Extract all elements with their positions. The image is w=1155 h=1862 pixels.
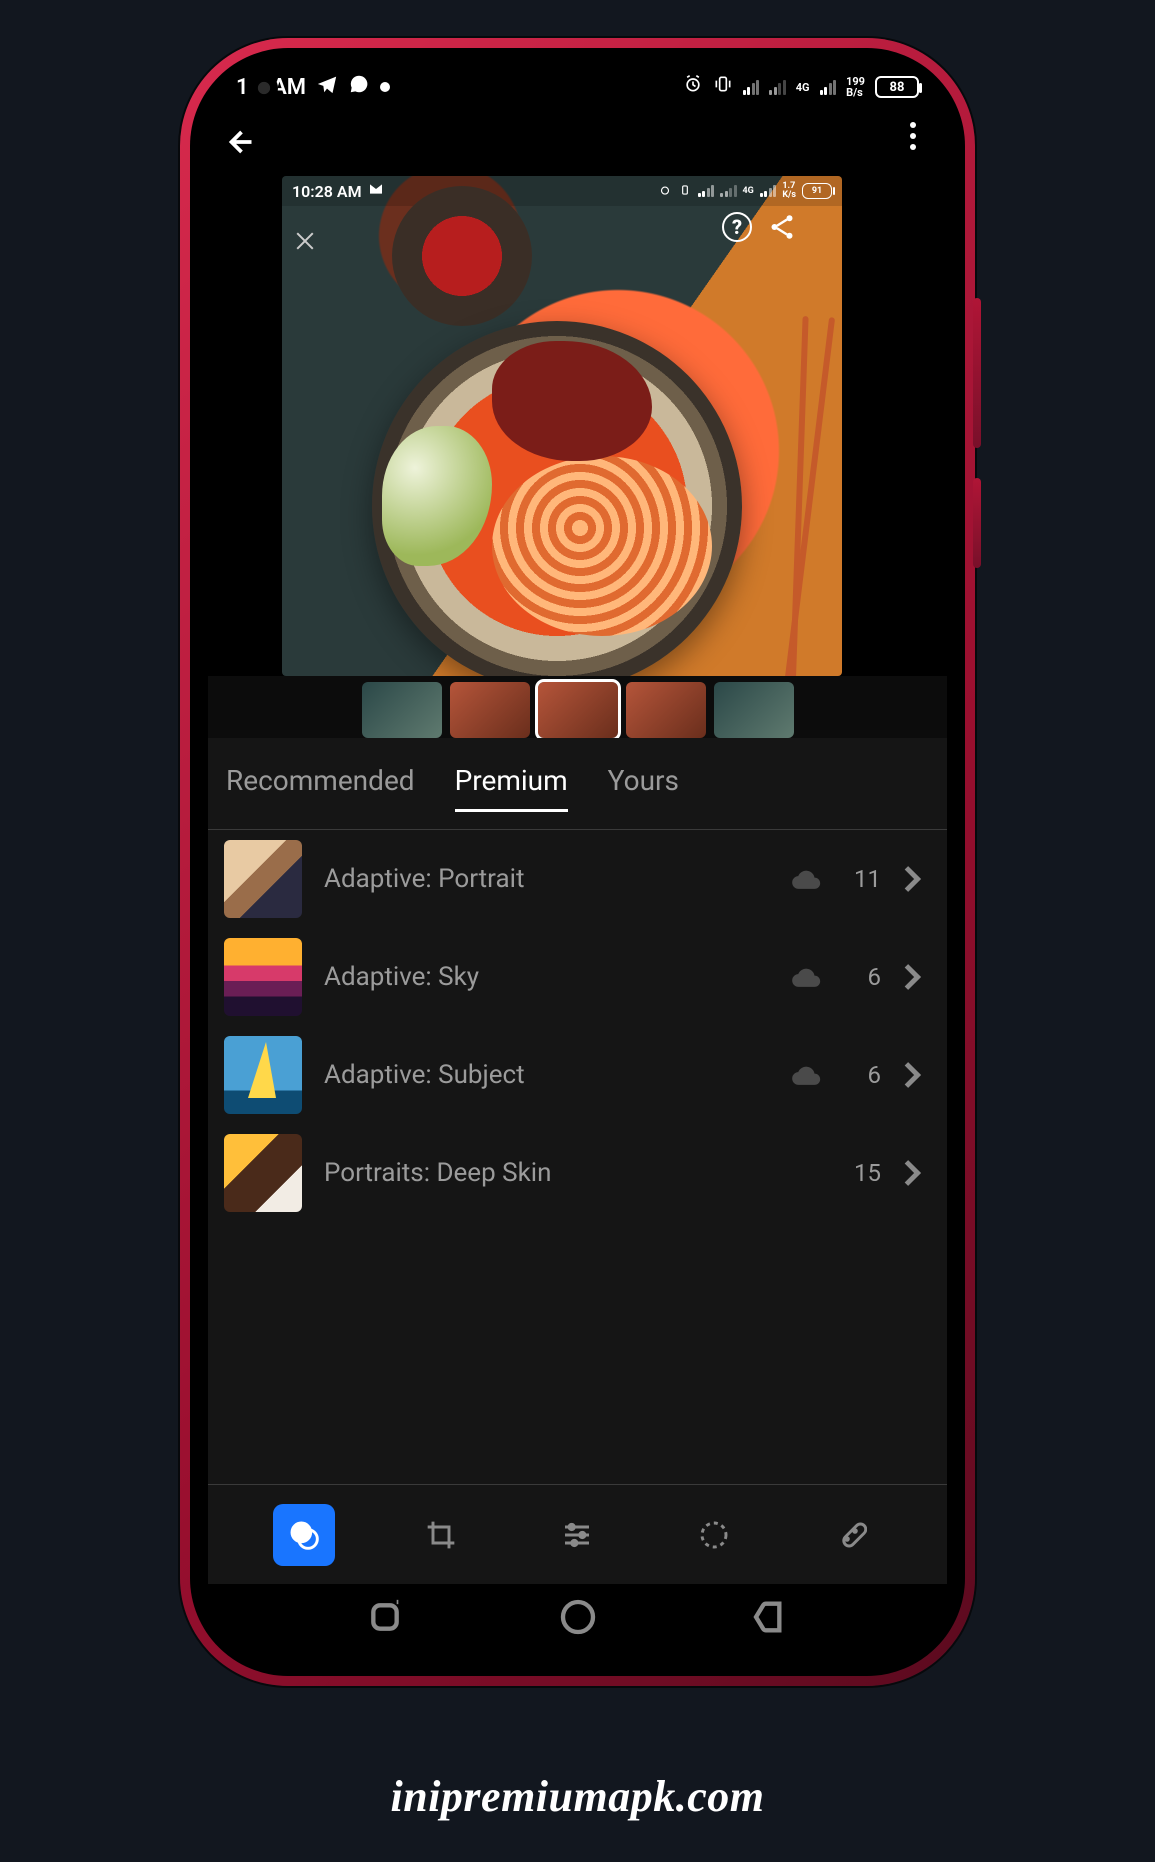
close-icon[interactable] [294,230,316,252]
vibrate-icon [713,74,733,100]
app-top-bar [208,108,947,176]
photo-chopstick-2 [789,316,808,676]
tab-premium[interactable]: Premium [455,764,568,811]
preset-row-adaptive-sky[interactable]: Adaptive: Sky 6 [208,928,947,1026]
photo-chopstick-1 [783,317,835,676]
battery-indicator: 88 [875,76,919,98]
preset-row-adaptive-portrait[interactable]: Adaptive: Portrait 11 [208,830,947,928]
photo-viewer-app: 10:28 AM 4G [208,108,947,1584]
nav-recent-button[interactable] [365,1597,405,1641]
chat-icon [348,73,370,101]
inner-battery-indicator: 91 [802,183,832,199]
preset-name: Adaptive: Sky [324,962,767,992]
telegram-icon [316,73,338,101]
inner-signal-1-icon [698,185,715,197]
preview-thumb[interactable] [362,682,442,738]
inner-network-type: 4G [743,187,754,196]
preset-tabs: Recommended Premium Yours [208,738,947,830]
inner-alarm-icon [658,182,672,201]
signal-3-icon [820,79,837,95]
cloud-icon [789,867,823,891]
preset-row-adaptive-subject[interactable]: Adaptive: Subject 6 [208,1026,947,1124]
preset-count: 6 [845,1061,881,1089]
cloud-icon [789,1063,823,1087]
chevron-right-icon [903,1061,931,1089]
system-status-bar: 1 6 AM 4G [208,66,947,108]
viewed-photo[interactable]: 10:28 AM 4G [282,176,842,676]
tool-masking[interactable] [683,1504,745,1566]
preview-thumb[interactable] [714,682,794,738]
net-speed-unit: B/s [846,87,865,98]
alarm-icon [683,74,703,100]
preview-thumb-selected[interactable] [538,682,618,738]
inner-signal-2-icon [720,185,737,197]
preset-row-portraits-deep-skin[interactable]: Portraits: Deep Skin 15 [208,1124,947,1222]
chevron-right-icon [903,963,931,991]
preset-count: 6 [845,963,881,991]
notification-dot-icon [380,82,390,92]
signal-1-icon [743,79,760,95]
preset-thumb [224,1134,302,1212]
overflow-menu-button[interactable] [901,122,925,150]
nav-back-button[interactable] [751,1597,791,1641]
front-camera [250,74,278,102]
signal-2-icon [769,79,786,95]
system-navigation-bar [208,1584,947,1654]
inner-status-time: 10:28 AM [292,182,362,201]
preview-thumb[interactable] [626,682,706,738]
phone-screen: 1 6 AM 4G [190,48,965,1676]
preset-thumb [224,938,302,1016]
editor-bottom-toolbar [208,1484,947,1584]
nav-home-button[interactable] [558,1597,598,1641]
inner-vibrate-icon [678,182,692,201]
preview-thumb[interactable] [450,682,530,738]
help-icon[interactable]: ? [722,212,752,242]
preset-count: 11 [845,865,881,893]
photo-sauce-bowl [392,186,532,326]
chevron-right-icon [903,1159,931,1187]
tool-adjust[interactable] [546,1504,608,1566]
preset-name: Adaptive: Portrait [324,864,767,894]
preset-name: Portraits: Deep Skin [324,1158,767,1188]
back-button[interactable] [222,125,256,159]
network-type: 4G [796,82,810,93]
tool-healing[interactable] [820,1504,882,1566]
tool-presets[interactable] [273,1504,335,1566]
watermark-text: inipremiumapk.com [0,1771,1155,1822]
inner-status-bar: 10:28 AM 4G [282,176,842,206]
phone-device-frame: 1 6 AM 4G [180,38,975,1686]
tab-yours[interactable]: Yours [608,764,679,811]
preset-preview-strip [208,676,947,738]
cloud-icon [789,965,823,989]
preset-name: Adaptive: Subject [324,1060,767,1090]
inner-signal-3-icon [760,185,777,197]
volume-button [973,298,981,448]
preset-thumb [224,1036,302,1114]
share-icon[interactable] [767,212,797,242]
preset-count: 15 [845,1159,881,1187]
preset-list[interactable]: Adaptive: Portrait 11 Adaptive: Sky 6 Ad… [208,830,947,1484]
power-button [973,478,981,568]
inner-net-speed-unit: K/s [782,191,796,200]
photo-noodles [492,456,712,636]
preset-thumb [224,840,302,918]
gmail-icon [368,181,384,201]
tool-crop[interactable] [410,1504,472,1566]
tab-recommended[interactable]: Recommended [226,764,415,811]
chevron-right-icon [903,865,931,893]
